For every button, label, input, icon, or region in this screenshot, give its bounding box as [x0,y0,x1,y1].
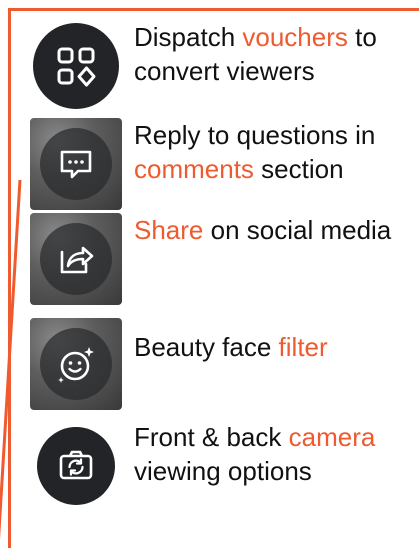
feature-row-beauty: Beauty face filter [30,318,410,410]
comment-bubble-icon[interactable] [30,118,122,210]
voucher-grid-icon[interactable] [30,20,122,112]
highlight-vouchers: vouchers [242,22,348,52]
feature-row-comments: Reply to questions in comments section [30,118,410,210]
share-icon[interactable] [30,213,122,305]
camera-flip-icon[interactable] [30,420,122,512]
beauty-face-icon[interactable] [30,318,122,410]
feature-label-share: Share on social media [134,215,392,245]
feature-row-camera: Front & back camera viewing options [30,420,410,512]
highlight-filter: filter [278,332,328,362]
highlight-comments: comments [134,154,254,184]
highlight-share: Share [134,215,204,245]
feature-label-comments: Reply to questions in comments section [134,120,376,184]
highlight-camera: camera [288,422,376,452]
feature-label-beauty: Beauty face filter [134,332,328,362]
feature-label-camera: Front & back camera viewing options [134,422,376,486]
feature-label-vouchers: Dispatch vouchers to convert viewers [134,22,377,86]
feature-row-share: Share on social media [30,213,410,305]
feature-row-vouchers: Dispatch vouchers to convert viewers [30,20,410,112]
